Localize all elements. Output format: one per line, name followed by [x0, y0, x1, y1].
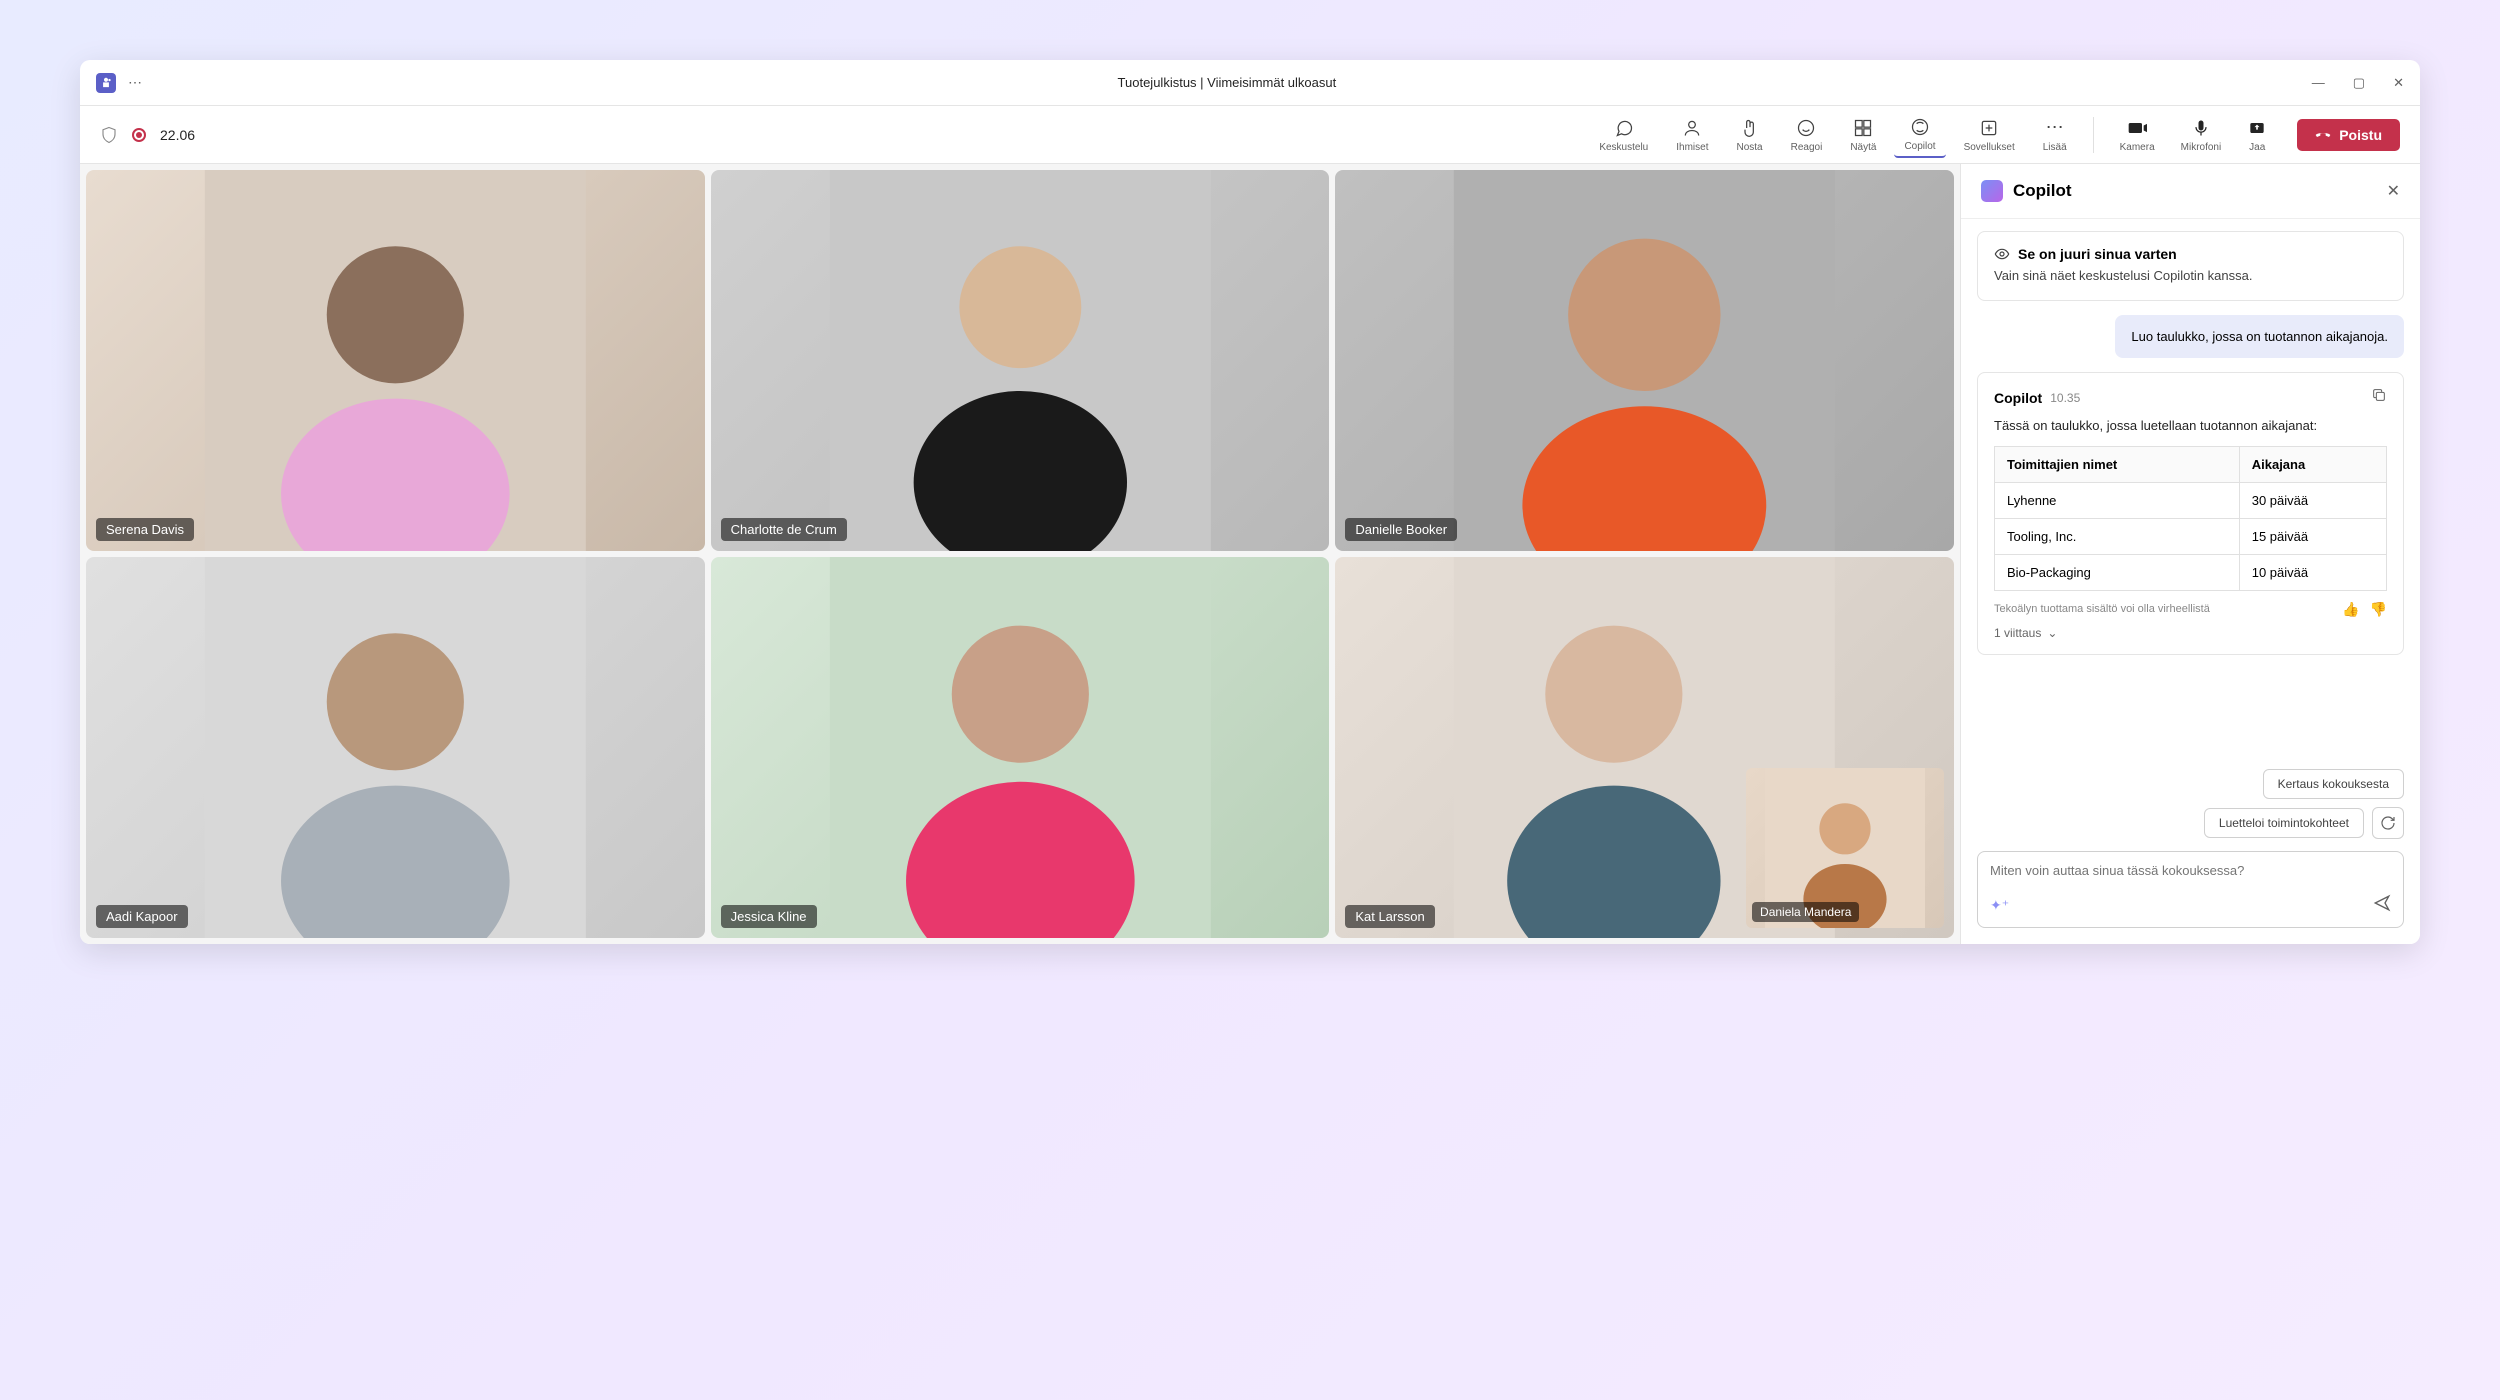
participant-name: Serena Davis: [96, 518, 194, 541]
close-button[interactable]: ✕: [2393, 75, 2404, 91]
shield-icon: [100, 126, 118, 144]
self-view[interactable]: Daniela Mandera: [1746, 768, 1944, 928]
view-button[interactable]: Näytä: [1840, 113, 1886, 157]
copilot-logo-icon: [1981, 180, 2003, 202]
meeting-timer: 22.06: [160, 127, 195, 143]
send-button[interactable]: [2373, 894, 2391, 917]
meeting-toolbar: 22.06 Keskustelu Ihmiset Nosta Reagoi Nä…: [80, 106, 2420, 164]
react-button[interactable]: Reagoi: [1781, 113, 1833, 157]
refresh-suggestions-button[interactable]: [2372, 807, 2404, 839]
participant-tile[interactable]: Charlotte de Crum: [711, 170, 1330, 551]
response-author: Copilot: [1994, 390, 2042, 406]
teams-icon: [96, 73, 116, 93]
refresh-icon: [2380, 815, 2396, 831]
panel-title: Copilot: [2013, 181, 2377, 201]
participant-tile[interactable]: Jessica Kline: [711, 557, 1330, 938]
participant-tile[interactable]: Aadi Kapoor: [86, 557, 705, 938]
table-row: Lyhenne30 päivää: [1995, 482, 2387, 518]
hand-icon: [1740, 117, 1760, 139]
close-panel-button[interactable]: ✕: [2387, 181, 2400, 201]
eye-icon: [1994, 246, 2010, 262]
privacy-info-card: Se on juuri sinua varten Vain sinä näet …: [1977, 231, 2404, 301]
ai-disclaimer: Tekoälyn tuottama sisältö voi olla virhe…: [1994, 603, 2210, 615]
chevron-down-icon: ⌄: [2047, 626, 2057, 640]
leave-button[interactable]: Poistu: [2297, 119, 2400, 151]
participant-name: Danielle Booker: [1345, 518, 1457, 541]
copy-button[interactable]: [2371, 387, 2387, 408]
suggestion-chips: Kertaus kokouksesta Luetteloi toimintoko…: [1961, 769, 2420, 839]
participant-name: Kat Larsson: [1345, 905, 1434, 928]
people-icon: [1682, 117, 1702, 139]
thumbs-down-button[interactable]: 👎: [2370, 601, 2387, 618]
copilot-input-area: ✦⁺: [1977, 851, 2404, 928]
video-grid: Serena Davis Charlotte de Crum Danielle …: [80, 164, 1960, 944]
minimize-button[interactable]: —: [2312, 75, 2325, 91]
copilot-icon: [1910, 116, 1930, 138]
user-message: Luo taulukko, jossa on tuotannon aikajan…: [2115, 315, 2404, 359]
chat-icon: [1614, 117, 1634, 139]
copilot-input[interactable]: [1990, 863, 2391, 878]
grid-icon: [1853, 117, 1873, 139]
apps-button[interactable]: Sovellukset: [1954, 113, 2025, 157]
mic-icon: [2191, 117, 2211, 139]
participant-tile[interactable]: Danielle Booker: [1335, 170, 1954, 551]
participant-tile[interactable]: Serena Davis: [86, 170, 705, 551]
recording-indicator-icon: [132, 128, 146, 142]
more-icon: ⋯: [2046, 117, 2064, 139]
participant-tile[interactable]: Kat Larsson Daniela Mandera: [1335, 557, 1954, 938]
camera-button[interactable]: Kamera: [2110, 113, 2165, 157]
window-title: Tuotejulkistus | Viimeisimmät ulkoasut: [142, 75, 2312, 90]
share-icon: [2247, 117, 2267, 139]
people-button[interactable]: Ihmiset: [1666, 113, 1718, 157]
share-button[interactable]: Jaa: [2237, 113, 2277, 157]
copilot-button[interactable]: Copilot: [1894, 112, 1945, 158]
more-button[interactable]: ⋯ Lisää: [2033, 113, 2077, 157]
app-window: ⋯ Tuotejulkistus | Viimeisimmät ulkoasut…: [80, 60, 2420, 944]
suggestion-chip[interactable]: Luetteloi toimintokohteet: [2204, 808, 2364, 838]
participant-name: Aadi Kapoor: [96, 905, 188, 928]
maximize-button[interactable]: ▢: [2353, 75, 2365, 91]
avatar: [711, 170, 1330, 551]
avatar: [86, 170, 705, 551]
copilot-response: Copilot 10.35 Tässä on taulukko, jossa l…: [1977, 372, 2404, 655]
sparkle-icon[interactable]: ✦⁺: [1990, 897, 2009, 914]
chat-button[interactable]: Keskustelu: [1589, 113, 1658, 157]
copilot-panel: Copilot ✕ Se on juuri sinua varten Vain …: [1960, 164, 2420, 944]
more-menu-icon[interactable]: ⋯: [128, 74, 142, 91]
self-name: Daniela Mandera: [1752, 902, 1859, 922]
camera-icon: [2127, 117, 2147, 139]
participant-name: Jessica Kline: [721, 905, 817, 928]
emoji-icon: [1796, 117, 1816, 139]
table-row: Bio-Packaging10 päivää: [1995, 554, 2387, 590]
response-time: 10.35: [2050, 391, 2080, 405]
mic-button[interactable]: Mikrofoni: [2171, 113, 2232, 157]
thumbs-up-button[interactable]: 👍: [2342, 601, 2359, 618]
avatar: [86, 557, 705, 938]
avatar: [1335, 170, 1954, 551]
divider: [2093, 117, 2094, 153]
raise-hand-button[interactable]: Nosta: [1726, 113, 1772, 157]
response-table: Toimittajien nimet Aikajana Lyhenne30 pä…: [1994, 446, 2387, 591]
suggestion-chip[interactable]: Kertaus kokouksesta: [2263, 769, 2404, 799]
avatar: [711, 557, 1330, 938]
participant-name: Charlotte de Crum: [721, 518, 847, 541]
table-row: Tooling, Inc.15 päivää: [1995, 518, 2387, 554]
hangup-icon: [2315, 127, 2331, 143]
titlebar: ⋯ Tuotejulkistus | Viimeisimmät ulkoasut…: [80, 60, 2420, 106]
references-toggle[interactable]: 1 viittaus ⌄: [1994, 626, 2387, 640]
apps-icon: [1979, 117, 1999, 139]
